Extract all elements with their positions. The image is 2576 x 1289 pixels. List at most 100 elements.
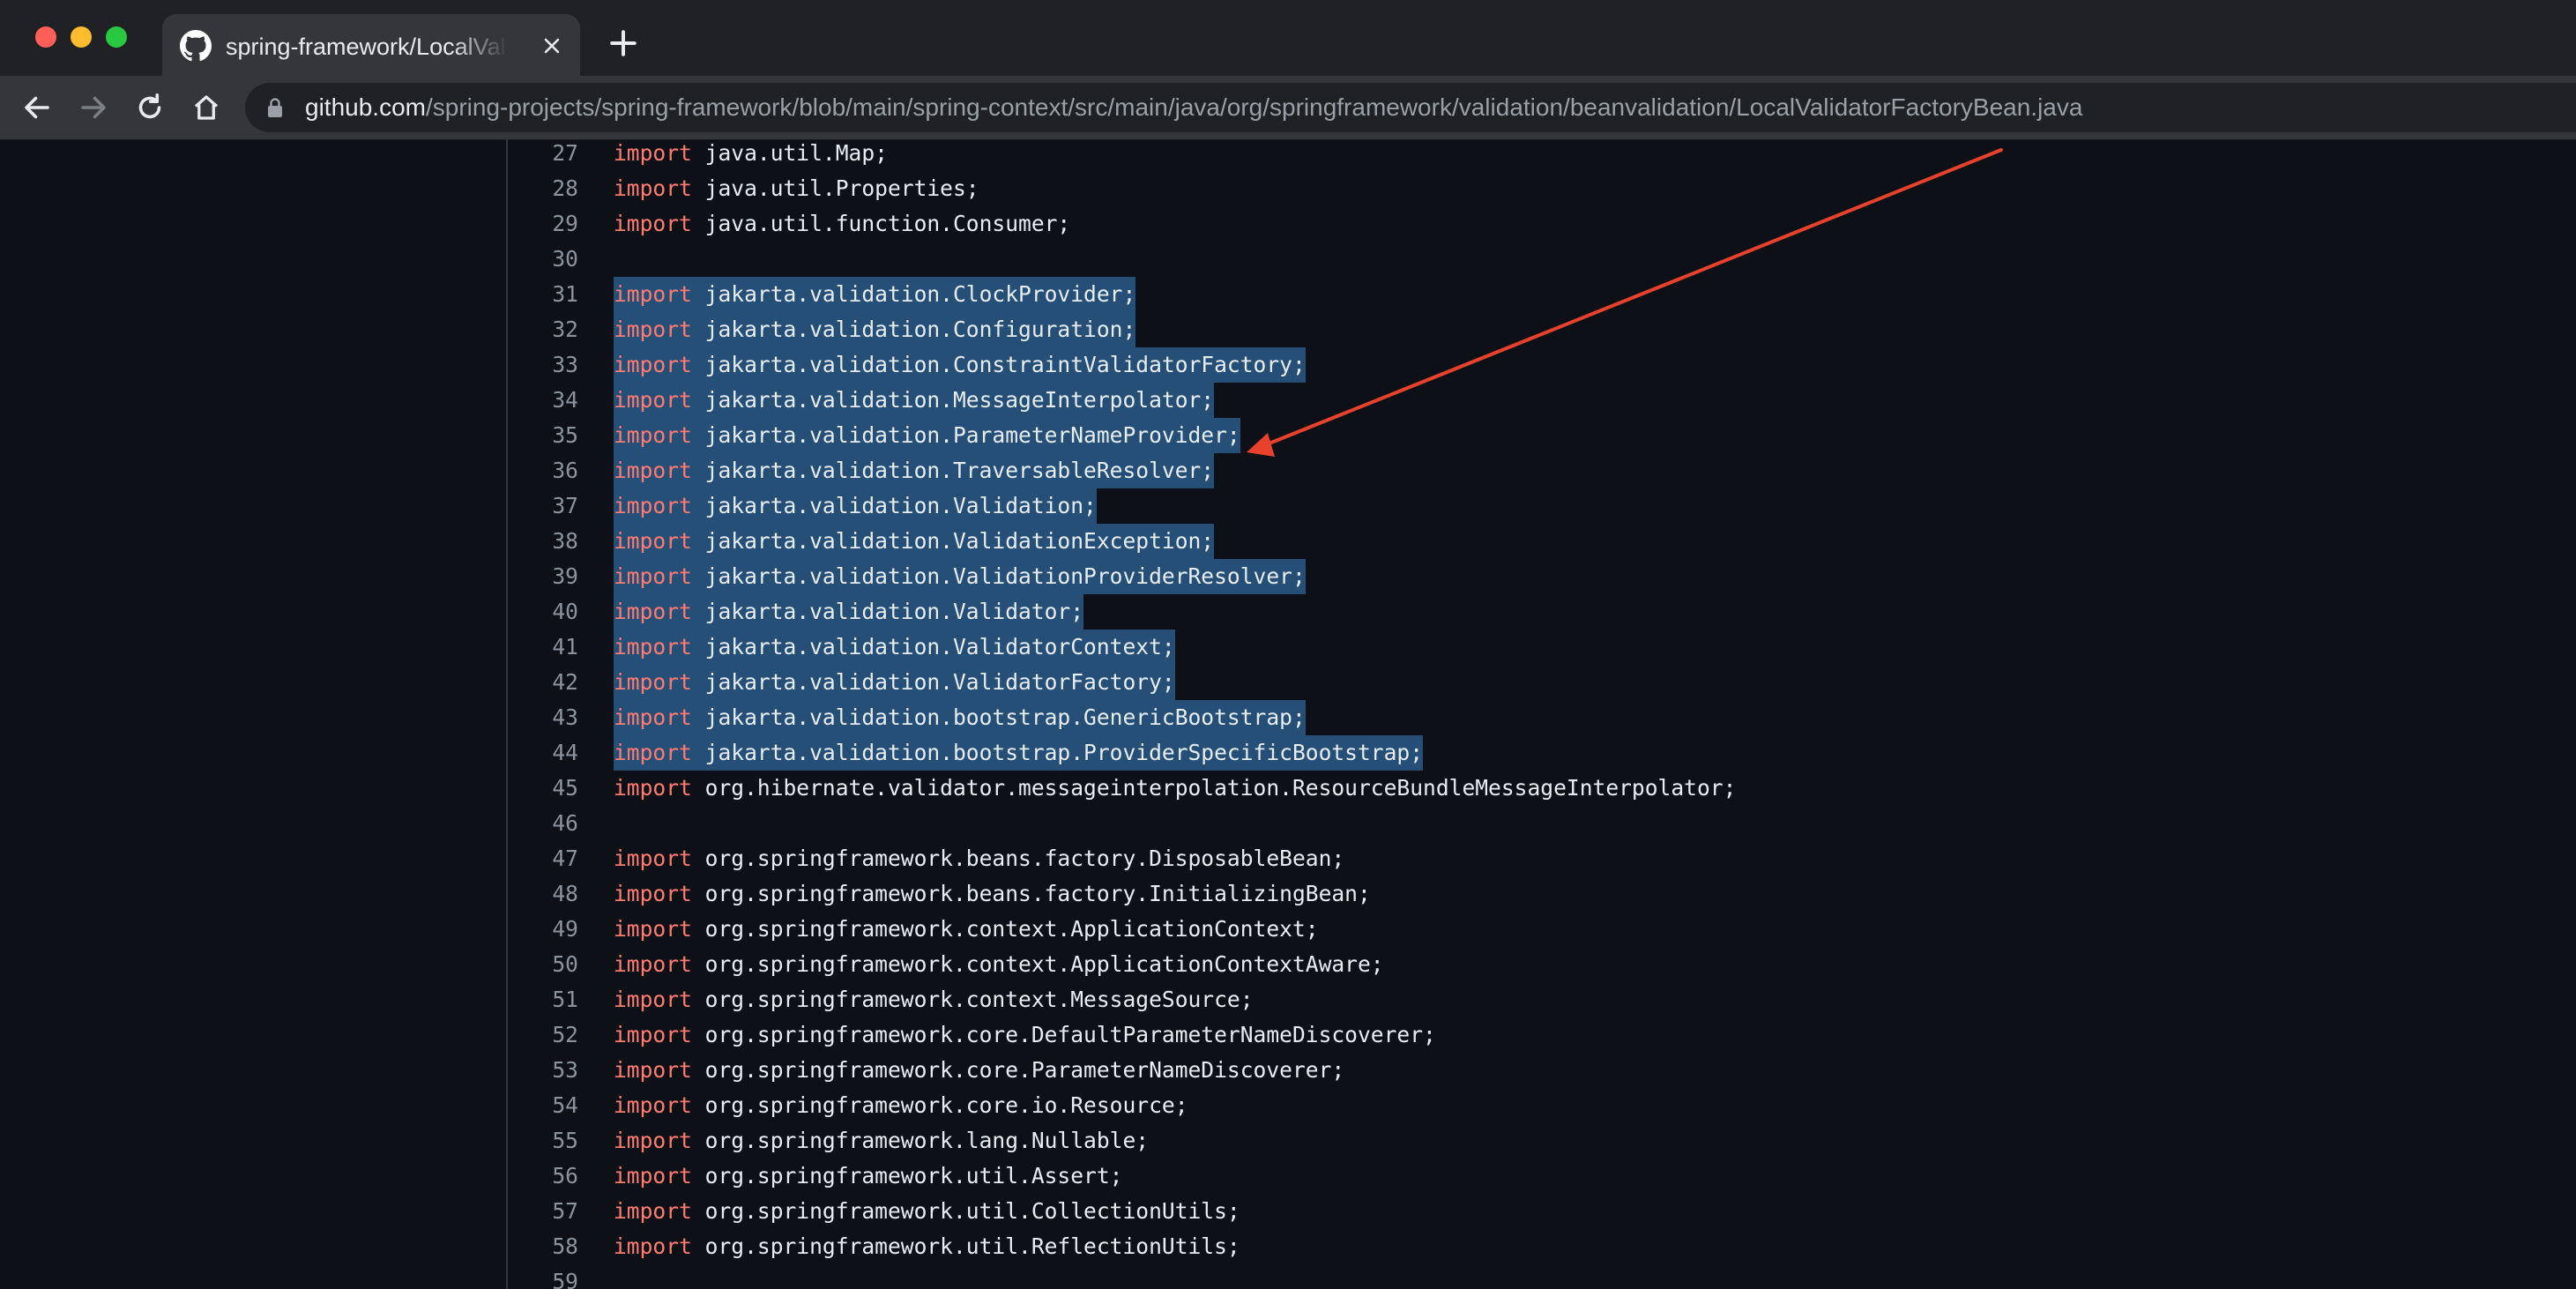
- code-line: 51 import org.springframework.context.Mes…: [508, 982, 2576, 1017]
- code-line: 54 import org.springframework.core.io.Res…: [508, 1088, 2576, 1123]
- code-line: 38 import jakarta.validation.ValidationEx…: [508, 524, 2576, 559]
- line-number[interactable]: 51: [508, 982, 578, 1017]
- code-line: 44 import jakarta.validation.bootstrap.Pr…: [508, 735, 2576, 771]
- selected-code-text: import jakarta.validation.ClockProvider;: [614, 277, 1136, 312]
- line-number[interactable]: 49: [508, 912, 578, 947]
- minimize-window-button[interactable]: [71, 26, 92, 48]
- selected-code-text: import jakarta.validation.bootstrap.Gene…: [614, 700, 1306, 735]
- code-line: 43 import jakarta.validation.bootstrap.Ge…: [508, 700, 2576, 735]
- line-number[interactable]: 52: [508, 1017, 578, 1053]
- new-tab-icon[interactable]: [608, 28, 638, 58]
- line-number[interactable]: 38: [508, 524, 578, 559]
- code-text: import org.springframework.core.io.Resou…: [614, 1088, 1188, 1123]
- import-keyword: import: [614, 599, 692, 624]
- line-number[interactable]: 41: [508, 630, 578, 665]
- code-line: 55 import org.springframework.lang.Nullab…: [508, 1123, 2576, 1159]
- line-number[interactable]: 39: [508, 559, 578, 594]
- code-text: import org.springframework.beans.factory…: [614, 841, 1344, 876]
- import-keyword: import: [614, 1057, 692, 1083]
- lock-icon[interactable]: [266, 97, 284, 118]
- import-path: org.springframework.util.CollectionUtils…: [704, 1198, 1240, 1224]
- code-line: 56 import org.springframework.util.Assert…: [508, 1159, 2576, 1194]
- import-keyword: import: [614, 634, 692, 659]
- home-icon[interactable]: [190, 92, 222, 123]
- line-number[interactable]: 40: [508, 594, 578, 630]
- browser-titlebar: spring-framework/LocalValidatorFactoryBe…: [0, 0, 2576, 77]
- import-path: jakarta.validation.Configuration;: [704, 317, 1136, 342]
- import-keyword: import: [614, 704, 692, 730]
- code-line: 28 import java.util.Properties;: [508, 171, 2576, 206]
- line-number[interactable]: 27: [508, 136, 578, 171]
- line-number[interactable]: 46: [508, 806, 578, 841]
- import-path: java.util.Map;: [704, 140, 888, 166]
- line-number[interactable]: 59: [508, 1264, 578, 1289]
- code-line: 45 import org.hibernate.validator.message…: [508, 771, 2576, 806]
- line-number[interactable]: 44: [508, 735, 578, 771]
- close-tab-icon[interactable]: [541, 35, 562, 56]
- import-path: jakarta.validation.ClockProvider;: [704, 281, 1136, 307]
- import-keyword: import: [614, 775, 692, 801]
- code-line: 36 import jakarta.validation.TraversableR…: [508, 453, 2576, 488]
- reload-icon[interactable]: [134, 92, 166, 123]
- import-keyword: import: [614, 1128, 692, 1153]
- url-text: github.com/spring-projects/spring-framew…: [305, 92, 2082, 123]
- zoom-window-button[interactable]: [106, 26, 127, 48]
- line-number[interactable]: 57: [508, 1194, 578, 1229]
- import-keyword: import: [614, 528, 692, 554]
- address-bar[interactable]: github.com/spring-projects/spring-framew…: [245, 83, 2576, 132]
- close-window-button[interactable]: [35, 26, 56, 48]
- code-text: import java.util.function.Consumer;: [614, 206, 1070, 242]
- line-number[interactable]: 56: [508, 1159, 578, 1194]
- code-line: 58 import org.springframework.util.Reflec…: [508, 1229, 2576, 1264]
- line-number[interactable]: 53: [508, 1053, 578, 1088]
- import-keyword: import: [614, 563, 692, 589]
- import-path: jakarta.validation.MessageInterpolator;: [704, 387, 1215, 413]
- line-number[interactable]: 35: [508, 418, 578, 453]
- line-number[interactable]: 37: [508, 488, 578, 524]
- line-number[interactable]: 31: [508, 277, 578, 312]
- code-text: import org.springframework.util.Assert;: [614, 1159, 1122, 1194]
- import-path: org.springframework.context.ApplicationC…: [704, 916, 1319, 942]
- import-path: org.springframework.core.ParameterNameDi…: [704, 1057, 1345, 1083]
- line-number[interactable]: 45: [508, 771, 578, 806]
- selected-code-text: import jakarta.validation.ValidatorConte…: [614, 630, 1175, 665]
- selected-code-text: import jakarta.validation.ValidationProv…: [614, 559, 1306, 594]
- forward-arrow-icon[interactable]: [78, 92, 109, 123]
- line-number[interactable]: 34: [508, 383, 578, 418]
- import-keyword: import: [614, 1092, 692, 1118]
- line-number[interactable]: 48: [508, 876, 578, 912]
- import-keyword: import: [614, 317, 692, 342]
- browser-tab[interactable]: spring-framework/LocalValidatorFactoryBe…: [162, 14, 580, 76]
- line-number[interactable]: 33: [508, 347, 578, 383]
- line-number[interactable]: 36: [508, 453, 578, 488]
- line-number[interactable]: 58: [508, 1229, 578, 1264]
- code-line: 41 import jakarta.validation.ValidatorCon…: [508, 630, 2576, 665]
- tab-title: spring-framework/LocalValidatorFactoryBe…: [226, 34, 508, 60]
- line-number[interactable]: 30: [508, 242, 578, 277]
- line-number[interactable]: 42: [508, 665, 578, 700]
- code-text: import org.hibernate.validator.messagein…: [614, 771, 1736, 806]
- import-path: org.springframework.util.Assert;: [704, 1163, 1123, 1188]
- back-arrow-icon[interactable]: [21, 92, 53, 123]
- line-number[interactable]: 32: [508, 312, 578, 347]
- import-path: org.springframework.context.ApplicationC…: [704, 951, 1384, 977]
- import-path: jakarta.validation.ConstraintValidatorFa…: [704, 352, 1306, 377]
- line-number[interactable]: 29: [508, 206, 578, 242]
- code-text: import org.springframework.context.Messa…: [614, 982, 1254, 1017]
- import-path: org.springframework.util.ReflectionUtils…: [704, 1233, 1240, 1259]
- line-number[interactable]: 50: [508, 947, 578, 982]
- code-text: import org.springframework.beans.factory…: [614, 876, 1371, 912]
- line-number[interactable]: 43: [508, 700, 578, 735]
- line-number[interactable]: 28: [508, 171, 578, 206]
- selected-code-text: import jakarta.validation.TraversableRes…: [614, 453, 1215, 488]
- import-keyword: import: [614, 740, 692, 765]
- code-line: 57 import org.springframework.util.Collec…: [508, 1194, 2576, 1229]
- line-number[interactable]: 47: [508, 841, 578, 876]
- import-keyword: import: [614, 1163, 692, 1188]
- import-path: jakarta.validation.ValidatorFactory;: [704, 669, 1175, 695]
- line-number[interactable]: 54: [508, 1088, 578, 1123]
- import-path: jakarta.validation.bootstrap.GenericBoot…: [704, 704, 1306, 730]
- code-line: 29 import java.util.function.Consumer;: [508, 206, 2576, 242]
- selected-code-text: import jakarta.validation.ValidationExce…: [614, 524, 1215, 559]
- line-number[interactable]: 55: [508, 1123, 578, 1159]
